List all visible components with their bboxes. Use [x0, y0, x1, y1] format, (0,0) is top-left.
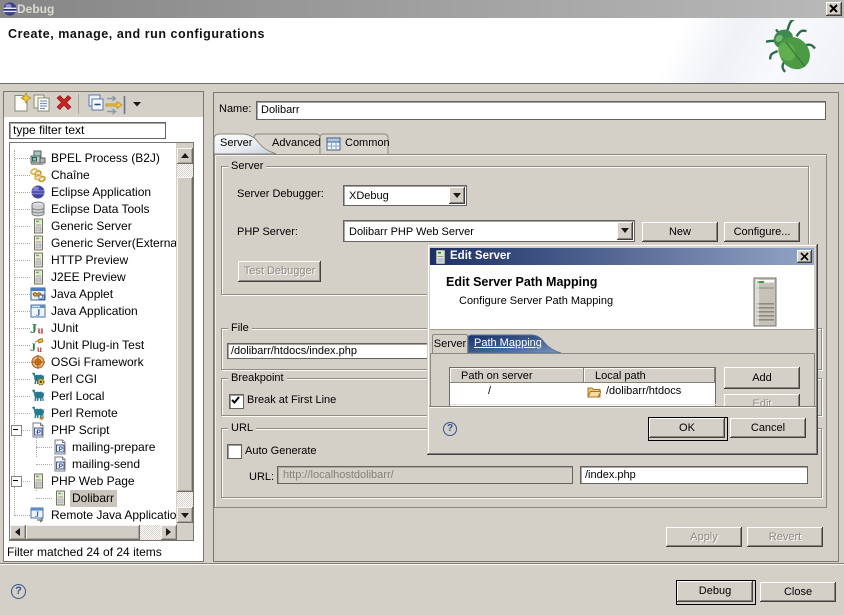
svg-text:P: P: [59, 463, 64, 470]
svg-text:u: u: [38, 325, 44, 337]
svg-text:J: J: [36, 308, 41, 318]
svg-text:P: P: [59, 446, 64, 453]
svg-text:J: J: [30, 322, 37, 336]
svg-text:u: u: [37, 344, 42, 353]
svg-text:J: J: [35, 510, 39, 519]
svg-text:J: J: [40, 295, 43, 301]
